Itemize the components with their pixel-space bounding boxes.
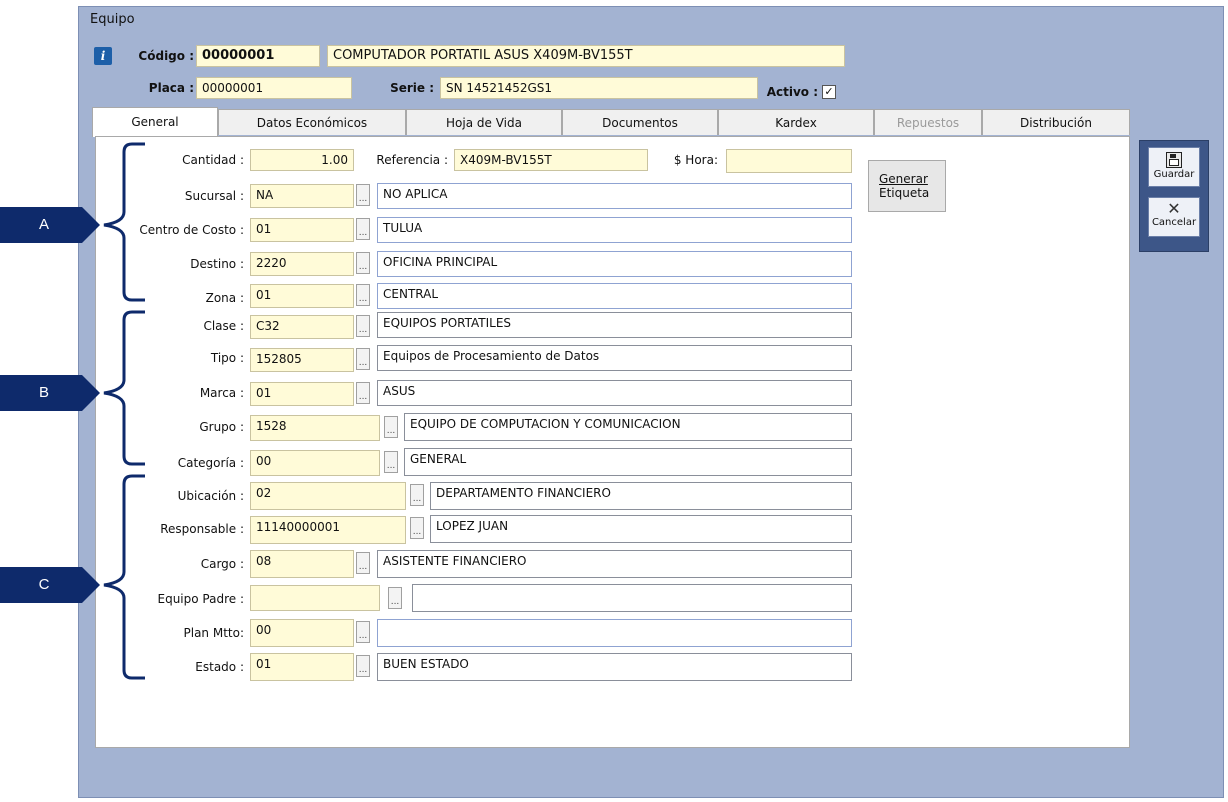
bracket-a bbox=[103, 142, 145, 302]
marker-a: A bbox=[38, 216, 49, 233]
annotation-brackets bbox=[0, 142, 145, 680]
marker-b: B bbox=[38, 384, 49, 401]
bracket-b bbox=[103, 310, 145, 466]
marker-c: C bbox=[38, 576, 50, 593]
bracket-c bbox=[103, 474, 145, 680]
